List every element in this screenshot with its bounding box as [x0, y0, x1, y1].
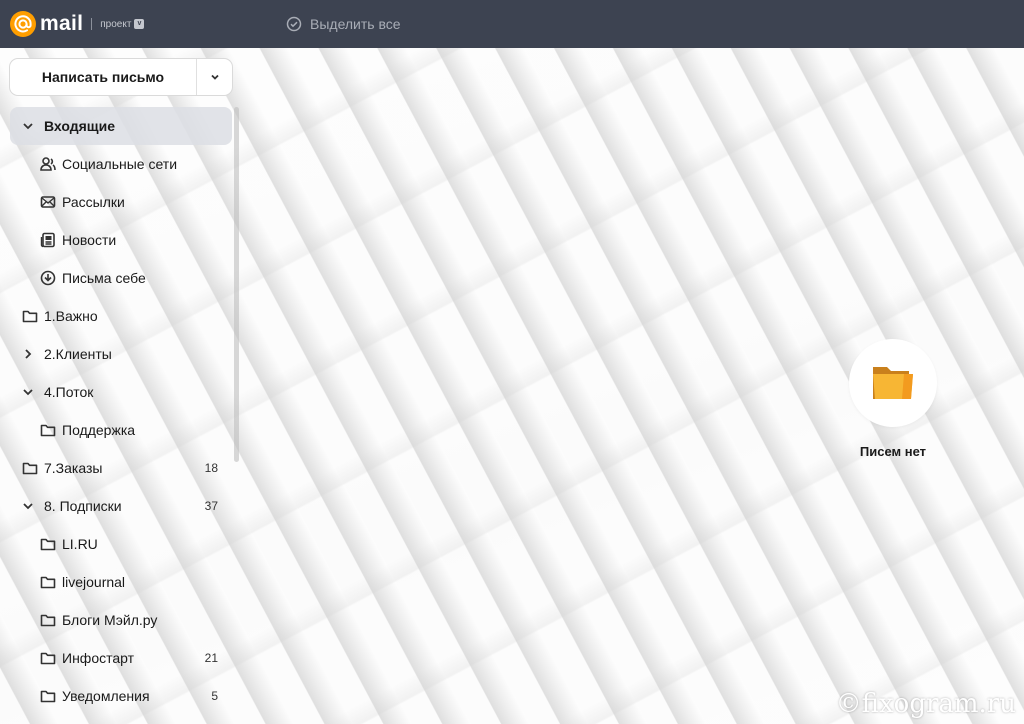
folder-label: Поддержка — [62, 422, 136, 438]
folder-label: 2.Клиенты — [44, 346, 112, 362]
folder-label: LI.RU — [62, 536, 98, 552]
select-all-button[interactable]: Выделить все — [286, 0, 401, 48]
folder-icon — [22, 462, 38, 475]
folder-label: Входящие — [44, 118, 115, 134]
empty-state-text: Писем нет — [859, 444, 927, 459]
folder-important[interactable]: 1.Важно — [10, 297, 232, 335]
logo-divider — [91, 18, 93, 30]
compose-group: Написать письмо — [10, 59, 232, 95]
folder-newsletters[interactable]: Рассылки — [10, 183, 232, 221]
folder-icon — [40, 652, 56, 665]
folder-inbox[interactable]: Входящие — [10, 107, 232, 145]
folder-social[interactable]: Социальные сети — [10, 145, 232, 183]
folder-label: 7.Заказы — [44, 460, 103, 476]
unread-count: 5 — [211, 689, 218, 703]
chevron-down-icon — [23, 123, 33, 130]
chevron-down-icon — [23, 389, 33, 396]
folder-liru[interactable]: LI.RU — [10, 525, 232, 563]
newsletter-icon — [40, 196, 56, 208]
news-icon — [40, 232, 55, 248]
logo-text: mail — [40, 12, 84, 35]
compose-button[interactable]: Написать письмо — [10, 59, 197, 95]
folder-subscriptions[interactable]: 8. Подписки 37 — [10, 487, 232, 525]
folder-label: Инфостарт — [62, 650, 135, 666]
sidebar-scrollbar[interactable] — [234, 107, 239, 462]
chevron-right-icon — [25, 349, 32, 359]
social-icon — [40, 157, 56, 171]
folder-icon — [22, 310, 38, 323]
folder-label: Новости — [62, 232, 117, 248]
folder-support[interactable]: Поддержка — [10, 411, 232, 449]
logo-project-label: проект v — [100, 18, 145, 30]
chevron-down-icon — [23, 503, 33, 510]
check-circle-icon — [286, 16, 302, 32]
folder-notifications[interactable]: Уведомления 5 — [10, 677, 232, 715]
folder-livejournal[interactable]: livejournal — [10, 563, 232, 601]
folder-mail-blogs[interactable]: Блоги Мэйл.ру — [10, 601, 232, 639]
folder-infostart[interactable]: Инфостарт 21 — [10, 639, 232, 677]
folder-icon — [40, 614, 56, 627]
folder-label: Уведомления — [62, 688, 150, 704]
folder-label: Письма себе — [62, 270, 146, 286]
empty-state: Писем нет — [849, 339, 937, 459]
folder-label: 1.Важно — [44, 308, 98, 324]
folder-flow[interactable]: 4.Поток — [10, 373, 232, 411]
folder-icon — [40, 690, 56, 703]
folder-self[interactable]: Письма себе — [10, 259, 232, 297]
folder-icon — [40, 424, 56, 437]
unread-count: 21 — [204, 651, 218, 665]
folder-label: 8. Подписки — [44, 498, 122, 514]
folder-list: Входящие Социальные сети Рассылки Новост… — [10, 107, 232, 715]
empty-illustration — [849, 339, 937, 427]
chevron-down-icon — [210, 74, 219, 80]
folder-label: Социальные сети — [62, 156, 178, 172]
unread-count: 18 — [204, 461, 218, 475]
logo-project-text: проект — [100, 18, 132, 30]
folder-label: 4.Поток — [44, 384, 94, 400]
folder-label: livejournal — [62, 574, 126, 590]
watermark: ©fixogram.ru — [835, 689, 1016, 719]
folder-clients[interactable]: 2.Клиенты — [10, 335, 232, 373]
folder-news[interactable]: Новости — [10, 221, 232, 259]
select-all-label: Выделить все — [310, 16, 401, 32]
self-mail-icon — [40, 270, 56, 286]
folder-icon — [40, 538, 56, 551]
at-sign-icon — [10, 11, 36, 37]
folder-orders[interactable]: 7.Заказы 18 — [10, 449, 232, 487]
folder-label: Рассылки — [62, 194, 125, 210]
folder-label: Блоги Мэйл.ру — [62, 612, 158, 628]
folder-illustration-icon — [873, 367, 913, 399]
folder-icon — [40, 576, 56, 589]
vk-icon: v — [134, 19, 145, 29]
mail-logo[interactable]: mail проект v — [10, 11, 145, 37]
top-bar: mail проект v Выделить все — [0, 0, 1024, 48]
unread-count: 37 — [204, 499, 218, 513]
compose-dropdown-button[interactable] — [197, 59, 232, 95]
